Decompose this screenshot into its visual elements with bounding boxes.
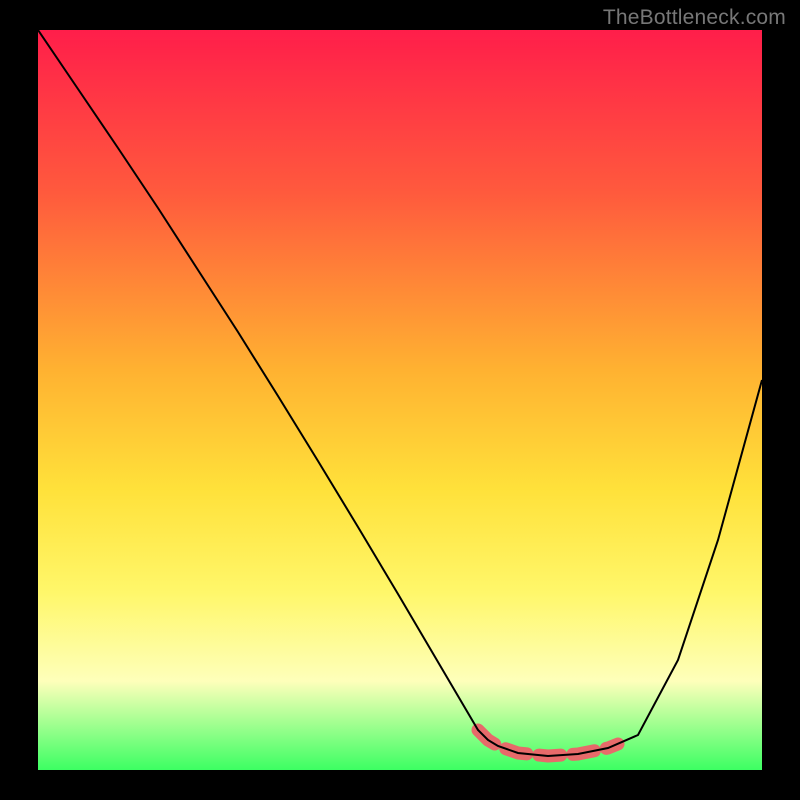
highlight-segment: [478, 730, 618, 756]
main-curve: [38, 30, 762, 756]
watermark-text: TheBottleneck.com: [603, 6, 786, 30]
plot-area: [38, 30, 762, 770]
chart-svg: [38, 30, 762, 770]
chart-frame: TheBottleneck.com: [0, 0, 800, 800]
